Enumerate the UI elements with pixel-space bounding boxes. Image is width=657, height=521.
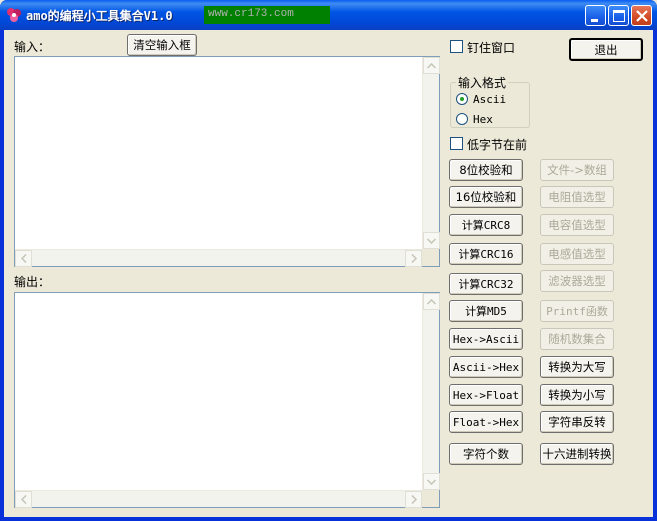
scroll-corner: [422, 490, 439, 507]
minimize-icon: [591, 19, 598, 22]
scroll-down-button[interactable]: [423, 232, 440, 249]
input-vscrollbar[interactable]: [422, 57, 440, 249]
scroll-right-button[interactable]: [405, 491, 422, 508]
printf-button[interactable]: Printf函数: [540, 300, 614, 322]
input-format-title: 输入格式: [456, 74, 509, 91]
input-hscrollbar[interactable]: [15, 249, 422, 267]
close-button[interactable]: [631, 5, 652, 26]
app-icon: [7, 8, 21, 22]
hex-to-ascii-button[interactable]: Hex->Ascii: [449, 328, 523, 350]
scroll-down-button[interactable]: [423, 473, 440, 490]
exit-button[interactable]: 退出: [569, 38, 643, 61]
clear-input-button[interactable]: 清空输入框: [127, 34, 197, 56]
format-hex-radio[interactable]: [456, 113, 468, 125]
random-set-button[interactable]: 随机数集合: [540, 328, 614, 350]
title-bar[interactable]: amo的编程小工具集合V1.0 www.cr173.com: [0, 0, 657, 30]
crc32-button[interactable]: 计算CRC32: [449, 273, 523, 295]
md5-button[interactable]: 计算MD5: [449, 300, 523, 322]
maximize-icon: [613, 10, 625, 22]
scroll-right-button[interactable]: [405, 250, 422, 267]
resistor-select-button[interactable]: 电阻值选型: [540, 186, 614, 208]
float-to-hex-button[interactable]: Float->Hex: [449, 411, 523, 433]
scroll-corner: [422, 249, 439, 266]
low-byte-first-label[interactable]: 低字节在前: [467, 136, 527, 153]
output-hscrollbar[interactable]: [15, 490, 422, 508]
crc16-button[interactable]: 计算CRC16: [449, 243, 523, 265]
checksum8-button[interactable]: 8位校验和: [449, 159, 523, 181]
low-byte-first-checkbox[interactable]: [450, 137, 463, 150]
input-textarea[interactable]: [14, 56, 440, 267]
checksum16-button[interactable]: 16位校验和: [449, 186, 523, 208]
output-textarea[interactable]: [14, 292, 440, 508]
minimize-button[interactable]: [585, 5, 606, 26]
to-upper-button[interactable]: 转换为大写: [540, 356, 614, 378]
arrow-left-icon: [20, 254, 27, 263]
scroll-up-button[interactable]: [423, 57, 440, 74]
format-ascii-label[interactable]: Ascii: [473, 93, 506, 106]
window-title: amo的编程小工具集合V1.0: [26, 9, 173, 23]
format-hex-label[interactable]: Hex: [473, 113, 493, 126]
scroll-left-button[interactable]: [15, 491, 32, 508]
inductor-select-button[interactable]: 电感值选型: [540, 243, 614, 265]
string-reverse-button[interactable]: 字符串反转: [540, 411, 614, 433]
pin-window-label[interactable]: 钉住窗口: [467, 39, 515, 56]
file-to-array-button[interactable]: 文件->数组: [540, 159, 614, 181]
output-label: 输出：: [14, 275, 51, 289]
scroll-up-button[interactable]: [423, 293, 440, 310]
to-lower-button[interactable]: 转换为小写: [540, 384, 614, 406]
format-ascii-radio[interactable]: [456, 93, 468, 105]
filter-select-button[interactable]: 滤波器选型: [540, 270, 614, 292]
client-area: 输入： 清空输入框 输出： 钉住窗口 退出 输入格式 Ascii Hex 低字节…: [4, 30, 653, 517]
hex-convert-button[interactable]: 十六进制转换: [540, 443, 614, 465]
arrow-left-icon: [20, 495, 27, 504]
output-vscrollbar[interactable]: [422, 293, 440, 490]
scroll-left-button[interactable]: [15, 250, 32, 267]
url-badge: www.cr173.com: [204, 6, 330, 24]
app-window: amo的编程小工具集合V1.0 www.cr173.com 输入： 清空输入框: [0, 0, 657, 521]
arrow-right-icon: [410, 254, 417, 263]
arrow-up-icon: [427, 62, 436, 69]
close-icon: [636, 10, 648, 22]
pin-window-checkbox[interactable]: [450, 40, 463, 53]
char-count-button[interactable]: 字符个数: [449, 443, 523, 465]
hex-to-float-button[interactable]: Hex->Float: [449, 384, 523, 406]
crc8-button[interactable]: 计算CRC8: [449, 214, 523, 236]
arrow-down-icon: [427, 237, 436, 244]
arrow-down-icon: [427, 478, 436, 485]
arrow-right-icon: [410, 495, 417, 504]
arrow-up-icon: [427, 298, 436, 305]
ascii-to-hex-button[interactable]: Ascii->Hex: [449, 356, 523, 378]
maximize-button[interactable]: [608, 5, 629, 26]
capacitor-select-button[interactable]: 电容值选型: [540, 214, 614, 236]
input-label: 输入：: [14, 40, 51, 54]
